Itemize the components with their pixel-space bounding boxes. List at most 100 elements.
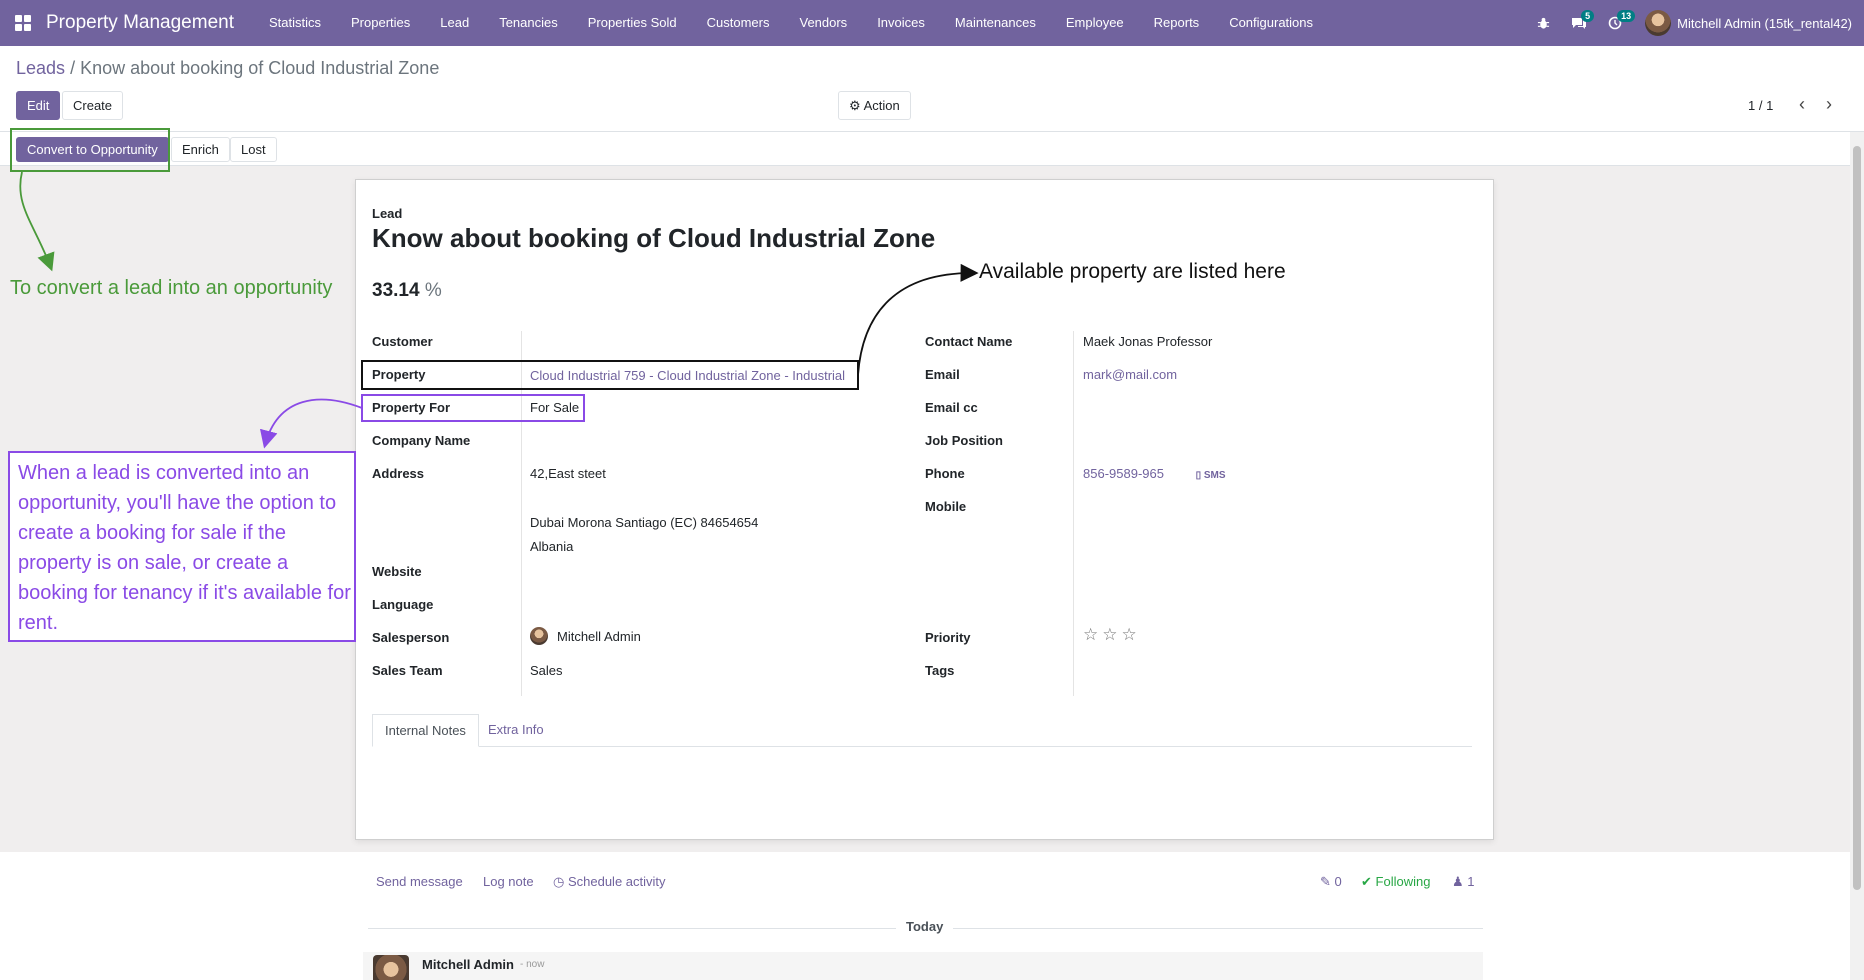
pager-value[interactable]: 1 / 1 bbox=[1748, 98, 1773, 113]
apps-menu-icon[interactable] bbox=[0, 0, 46, 46]
star-icon[interactable]: ☆ bbox=[1102, 625, 1121, 644]
chevron-right-icon[interactable]: › bbox=[1826, 94, 1832, 115]
followers-count: 1 bbox=[1467, 874, 1475, 889]
tags-label: Tags bbox=[925, 663, 955, 678]
email-field[interactable]: mark@mail.com bbox=[1083, 367, 1177, 382]
attachments-count: 0 bbox=[1334, 874, 1342, 889]
probability-value: 33.14 bbox=[372, 280, 420, 301]
salesperson-field[interactable]: Mitchell Admin bbox=[530, 627, 641, 645]
menu-properties-sold[interactable]: Properties Sold bbox=[573, 0, 692, 46]
send-message-button[interactable]: Send message bbox=[376, 874, 463, 889]
create-button[interactable]: Create bbox=[62, 91, 124, 120]
message-item: Mitchell Admin - now bbox=[363, 952, 1483, 980]
tab-extra-info[interactable]: Extra Info bbox=[476, 714, 556, 747]
record-type-label: Lead bbox=[372, 206, 403, 221]
lead-title[interactable]: Know about booking of Cloud Industrial Z… bbox=[372, 223, 935, 254]
website-label: Website bbox=[372, 564, 422, 579]
menu-vendors[interactable]: Vendors bbox=[784, 0, 862, 46]
menu-maintenances[interactable]: Maintenances bbox=[940, 0, 1051, 46]
attachments-button[interactable]: ✎ 0 bbox=[1320, 874, 1342, 890]
menu-tenancies[interactable]: Tenancies bbox=[484, 0, 573, 46]
breadcrumb: Leads / Know about booking of Cloud Indu… bbox=[16, 58, 439, 79]
followers-button[interactable]: ♟ 1 bbox=[1452, 874, 1475, 890]
language-label: Language bbox=[372, 597, 434, 612]
messages-icon[interactable]: 5 bbox=[1561, 0, 1597, 46]
menu-reports[interactable]: Reports bbox=[1139, 0, 1215, 46]
email-cc-label: Email cc bbox=[925, 400, 978, 415]
sms-label: SMS bbox=[1203, 470, 1226, 481]
menu-customers[interactable]: Customers bbox=[692, 0, 785, 46]
convert-to-opportunity-button[interactable]: Convert to Opportunity bbox=[16, 137, 169, 162]
schedule-activity-button[interactable]: ◷ Schedule activity bbox=[553, 874, 666, 890]
menu-statistics[interactable]: Statistics bbox=[254, 0, 336, 46]
activities-count-badge: 13 bbox=[1617, 10, 1636, 22]
phone-value: 856-9589-965 bbox=[1083, 466, 1164, 481]
clock-icon: ◷ bbox=[553, 874, 565, 889]
user-avatar bbox=[1645, 10, 1672, 36]
edit-button[interactable]: Edit bbox=[16, 91, 61, 120]
action-button[interactable]: ⚙ Action bbox=[838, 91, 911, 120]
probability-unit: % bbox=[424, 280, 442, 301]
gear-icon: ⚙ bbox=[849, 98, 861, 113]
phone-label: Phone bbox=[925, 466, 965, 481]
probability[interactable]: 33.14 % bbox=[372, 280, 442, 302]
message-time: - now bbox=[520, 959, 545, 970]
enrich-button[interactable]: Enrich bbox=[171, 137, 230, 162]
breadcrumb-current: Know about booking of Cloud Industrial Z… bbox=[80, 58, 440, 78]
tab-internal-notes[interactable]: Internal Notes bbox=[372, 714, 479, 747]
property-label: Property bbox=[372, 367, 426, 382]
following-label: Following bbox=[1375, 874, 1431, 889]
salesperson-name: Mitchell Admin bbox=[557, 628, 641, 644]
messages-count-badge: 5 bbox=[1581, 10, 1595, 22]
mobile-label: Mobile bbox=[925, 499, 967, 514]
priority-label: Priority bbox=[925, 630, 971, 645]
main-menu: Statistics Properties Lead Tenancies Pro… bbox=[254, 0, 1328, 46]
action-label: Action bbox=[863, 98, 900, 113]
today-label: Today bbox=[896, 919, 954, 934]
convert-annotation: To convert a lead into an opportunity bbox=[10, 277, 333, 299]
address-city[interactable]: Dubai Morona Santiago (EC) 84654654 bbox=[530, 515, 758, 530]
status-bar: Convert to Opportunity Enrich Lost bbox=[0, 132, 1864, 166]
following-button[interactable]: ✔ Following bbox=[1361, 874, 1430, 890]
breadcrumb-leads[interactable]: Leads bbox=[16, 58, 65, 78]
property-field[interactable]: Cloud Industrial 759 - Cloud Industrial … bbox=[530, 368, 845, 383]
sms-button[interactable]: ▯ SMS bbox=[1196, 470, 1226, 481]
check-icon: ✔ bbox=[1361, 874, 1372, 889]
sales-team-field[interactable]: Sales bbox=[530, 663, 563, 678]
phone-field[interactable]: 856-9589-965 ▯ SMS bbox=[1083, 466, 1226, 481]
schedule-activity-label: Schedule activity bbox=[567, 874, 666, 889]
menu-configurations[interactable]: Configurations bbox=[1214, 0, 1328, 46]
menu-employee[interactable]: Employee bbox=[1051, 0, 1139, 46]
app-title[interactable]: Property Management bbox=[46, 12, 234, 34]
priority-stars[interactable]: ☆☆☆ bbox=[1083, 625, 1141, 645]
scroll-thumb[interactable] bbox=[1853, 146, 1861, 890]
notebook-tabs: Internal Notes Extra Info bbox=[372, 714, 1472, 747]
star-icon[interactable]: ☆ bbox=[1083, 625, 1102, 644]
chevron-left-icon[interactable]: ‹ bbox=[1799, 94, 1805, 115]
star-icon[interactable]: ☆ bbox=[1122, 625, 1141, 644]
breadcrumb-separator: / bbox=[70, 58, 76, 78]
top-navbar: Property Management Statistics Propertie… bbox=[0, 0, 1864, 46]
company-name-label: Company Name bbox=[372, 433, 471, 448]
menu-properties[interactable]: Properties bbox=[336, 0, 425, 46]
booking-annotation: When a lead is converted into an opportu… bbox=[18, 462, 351, 634]
user-menu[interactable]: Mitchell Admin (15tk_rental42) bbox=[1645, 10, 1852, 36]
contact-name-field[interactable]: Maek Jonas Professor bbox=[1083, 334, 1212, 349]
control-panel: Leads / Know about booking of Cloud Indu… bbox=[0, 46, 1864, 132]
log-note-button[interactable]: Log note bbox=[483, 874, 534, 889]
purple-arrow bbox=[260, 398, 363, 449]
address-street[interactable]: 42,East steet bbox=[530, 466, 606, 481]
activities-icon[interactable]: 13 bbox=[1597, 0, 1636, 46]
chatter: Send message Log note ◷ Schedule activit… bbox=[0, 852, 1864, 980]
property-for-field[interactable]: For Sale bbox=[530, 400, 579, 415]
message-author[interactable]: Mitchell Admin bbox=[422, 957, 514, 972]
address-country[interactable]: Albania bbox=[530, 539, 573, 554]
salesperson-avatar bbox=[530, 627, 548, 645]
lost-button[interactable]: Lost bbox=[230, 137, 277, 162]
author-avatar[interactable] bbox=[373, 955, 409, 980]
bug-icon[interactable] bbox=[1525, 0, 1561, 46]
navbar-systray: 5 13 Mitchell Admin (15tk_rental42) bbox=[1525, 0, 1864, 46]
page-scrollbar[interactable] bbox=[1850, 132, 1864, 980]
menu-lead[interactable]: Lead bbox=[425, 0, 484, 46]
menu-invoices[interactable]: Invoices bbox=[862, 0, 940, 46]
